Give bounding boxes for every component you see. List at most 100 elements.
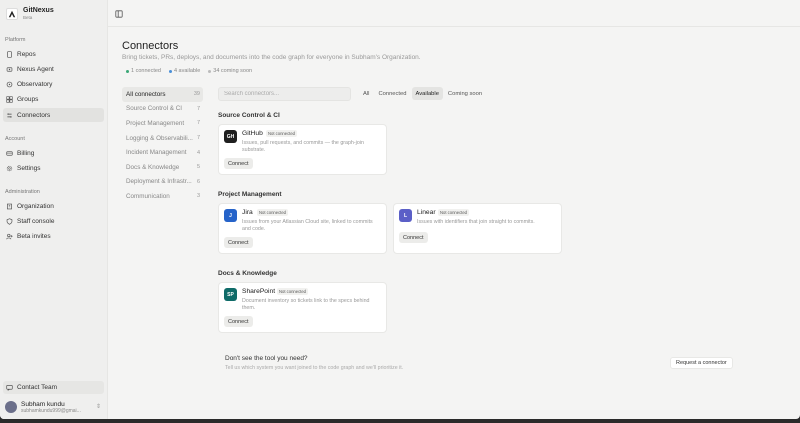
sidebar-item-settings[interactable]: Settings: [3, 161, 104, 175]
request-prompt-subtitle: Tell us which system you want joined to …: [225, 365, 404, 371]
group-title-docs-knowledge: Docs & Knowledge: [218, 270, 277, 277]
section-label-account: Account: [5, 136, 25, 142]
app-window: GitNexus Beta Platform Repos Nexus Agent…: [0, 0, 800, 419]
filter-connected[interactable]: Connected: [374, 87, 410, 100]
category-all[interactable]: All connectors 39: [122, 87, 203, 102]
sidebar-item-staff-console[interactable]: Staff console: [3, 214, 104, 228]
connector-name: GitHub: [242, 130, 263, 137]
sidebar-item-connectors[interactable]: Connectors: [3, 108, 104, 123]
sidebar-item-label: Staff console: [17, 217, 55, 225]
sidebar-item-label: Repos: [17, 50, 36, 58]
status-badge: Not connected: [277, 288, 309, 295]
user-email: subhamkundu999@gmai...: [21, 407, 81, 414]
connector-card-github: GH GitHub Not connected Issues, pull req…: [218, 124, 387, 175]
observatory-icon: [6, 81, 13, 88]
filter-available[interactable]: Available: [411, 87, 443, 100]
stat-connected: 1 connected: [126, 68, 161, 74]
search-input[interactable]: [218, 87, 351, 101]
connector-card-linear: L Linear Not connected Issues with ident…: [393, 203, 562, 254]
page-title: Connectors: [122, 40, 179, 52]
status-filter: All Connected Available Coming soon: [359, 87, 486, 100]
groups-icon: [6, 96, 13, 104]
sidebar-item-observatory[interactable]: Observatory: [3, 78, 104, 92]
connector-description: Issues with identifiers that join straig…: [417, 219, 535, 225]
category-communication[interactable]: Communication 3: [122, 189, 203, 204]
sidebar-item-label: Organization: [17, 202, 54, 210]
connect-button[interactable]: Connect: [224, 158, 253, 169]
user-menu[interactable]: Subham kundu subhamkundu999@gmai... ⇕: [5, 399, 103, 415]
sidebar-item-beta-invites[interactable]: Beta invites: [3, 230, 104, 244]
agent-icon: [6, 66, 13, 73]
connector-description: Issues, pull requests, and commits — the…: [242, 140, 364, 154]
sidebar: GitNexus Beta Platform Repos Nexus Agent…: [0, 0, 108, 419]
sidebar-item-groups[interactable]: Groups: [3, 93, 104, 107]
organization-icon: [6, 203, 13, 210]
connector-description: Document inventory so tickets link to th…: [242, 298, 370, 312]
category-source-control[interactable]: Source Control & CI 7: [122, 102, 203, 117]
nav-account: Billing Settings: [3, 146, 104, 177]
connector-name: SharePoint: [242, 288, 276, 295]
filter-all[interactable]: All: [359, 87, 373, 100]
brand[interactable]: GitNexus Beta: [6, 7, 54, 21]
sidebar-toggle-icon[interactable]: [115, 10, 123, 18]
category-project-management[interactable]: Project Management 7: [122, 116, 203, 131]
sidebar-item-label: Settings: [17, 164, 41, 172]
sharepoint-icon: SP: [224, 288, 237, 301]
connector-stats: 1 connected 4 available 34 coming soon: [126, 68, 252, 74]
repo-icon: [6, 50, 13, 58]
sidebar-item-label: Beta invites: [17, 233, 51, 241]
connector-card-jira: J Jira Not connected Issues from your At…: [218, 203, 387, 254]
status-badge: Not connected: [257, 209, 289, 216]
group-title-source-control: Source Control & CI: [218, 112, 280, 119]
settings-icon: [6, 165, 13, 172]
billing-icon: [6, 150, 13, 157]
group-title-project-management: Project Management: [218, 191, 282, 198]
status-dot: [126, 69, 129, 73]
page-subtitle: Bring tickets, PRs, deploys, and documen…: [122, 54, 421, 61]
sidebar-item-nexus-agent[interactable]: Nexus Agent: [3, 62, 104, 76]
invites-icon: [6, 233, 13, 240]
connector-name: Jira: [242, 209, 253, 216]
connector-description: Issues from your Atlassian Cloud site, l…: [242, 219, 373, 233]
nav-administration: Organization Staff console Beta invites: [3, 199, 104, 245]
category-docs-knowledge[interactable]: Docs & Knowledge 5: [122, 160, 203, 175]
sidebar-item-label: Observatory: [17, 81, 53, 89]
sidebar-item-organization[interactable]: Organization: [3, 199, 104, 213]
request-connector-button[interactable]: Request a connector: [670, 357, 733, 369]
brand-name: GitNexus: [23, 7, 54, 14]
filter-coming-soon[interactable]: Coming soon: [444, 87, 486, 100]
sidebar-item-billing[interactable]: Billing: [3, 146, 104, 160]
contact-team-button[interactable]: Contact Team: [3, 381, 104, 394]
jira-icon: J: [224, 209, 237, 222]
stat-available: 4 available: [168, 68, 200, 74]
status-badge: Not connected: [266, 130, 298, 137]
connect-button[interactable]: Connect: [399, 232, 428, 243]
sidebar-item-label: Nexus Agent: [17, 65, 54, 73]
stat-coming-soon: 34 coming soon: [208, 68, 252, 74]
gitnexus-logo-icon: [6, 8, 18, 20]
sidebar-item-label: Connectors: [17, 111, 51, 119]
user-name: Subham kundu: [21, 400, 65, 408]
section-label-administration: Administration: [5, 189, 40, 195]
status-dot: [168, 69, 172, 73]
connect-button[interactable]: Connect: [224, 316, 253, 327]
chevron-updown-icon: ⇕: [95, 404, 101, 410]
category-deployment[interactable]: Deployment & Infrastr... 6: [122, 175, 203, 190]
contact-team-label: Contact Team: [17, 384, 57, 391]
request-prompt-title: Don't see the tool you need?: [225, 355, 308, 362]
sidebar-item-label: Billing: [17, 149, 35, 157]
avatar: [5, 401, 17, 413]
connect-button[interactable]: Connect: [224, 237, 253, 248]
status-badge: Not connected: [438, 209, 470, 216]
section-label-platform: Platform: [5, 37, 26, 43]
connector-card-sharepoint: SP SharePoint Not connected Document inv…: [218, 282, 387, 333]
sidebar-item-label: Groups: [17, 96, 39, 104]
category-logging[interactable]: Logging & Observabili... 7: [122, 131, 203, 146]
category-list: All connectors 39 Source Control & CI 7 Pr…: [122, 87, 203, 204]
connector-name: Linear: [417, 209, 436, 216]
sidebar-item-repos[interactable]: Repos: [3, 47, 104, 61]
linear-icon: L: [399, 209, 412, 222]
status-dot: [208, 69, 212, 73]
category-incident-management[interactable]: Incident Management 4: [122, 145, 203, 160]
topbar-divider: [108, 26, 800, 27]
